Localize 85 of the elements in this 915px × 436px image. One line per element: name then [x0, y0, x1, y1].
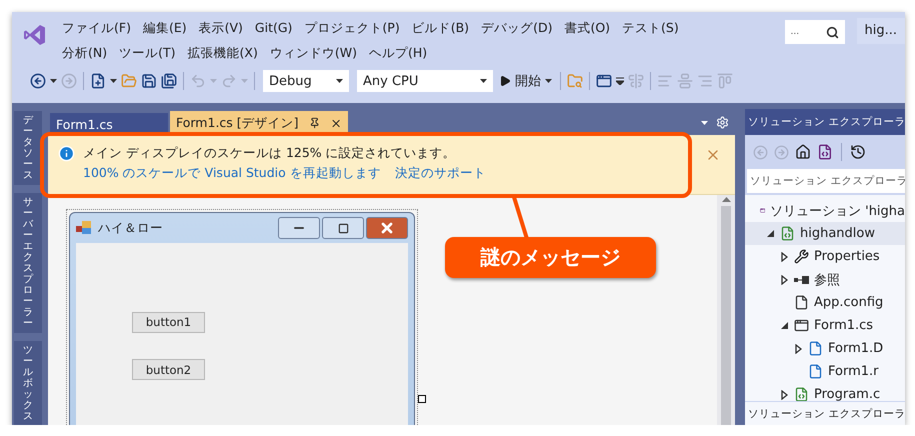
side-tab[interactable]: ツールボックス: [14, 341, 42, 425]
menu-item[interactable]: 分析(N): [58, 43, 112, 64]
menu-item[interactable]: 書式(O): [560, 18, 614, 39]
form-button[interactable]: button2: [132, 359, 205, 380]
form-icon: [76, 221, 92, 235]
scrollbar[interactable]: [717, 195, 735, 425]
references-icon: [794, 276, 809, 284]
resize-handle[interactable]: [418, 395, 426, 403]
start-button[interactable]: 開始: [497, 72, 554, 90]
tree-item[interactable]: Program.c: [745, 383, 905, 401]
tree-item[interactable]: Form1.D: [745, 337, 905, 360]
menu-item[interactable]: ファイル(F): [58, 18, 135, 39]
new-file-icon[interactable]: [90, 73, 106, 89]
file-icon: [808, 364, 823, 379]
tree-item[interactable]: Form1.cs: [745, 314, 905, 337]
tree-item[interactable]: Properties: [745, 245, 905, 268]
search-icon[interactable]: [826, 26, 838, 38]
form-button[interactable]: button1: [132, 312, 205, 332]
menu-item[interactable]: Git(G): [250, 18, 296, 39]
file-icon: [808, 341, 823, 356]
leader-line: [512, 197, 529, 239]
dropdown-field[interactable]: Debug: [263, 70, 349, 92]
maximize-button[interactable]: [322, 217, 364, 239]
menu-item[interactable]: 拡張機能(X): [184, 43, 262, 64]
menu-item[interactable]: ヘルプ(H): [364, 43, 432, 64]
caret-icon[interactable]: [110, 79, 117, 83]
caret-icon[interactable]: [480, 79, 487, 83]
search-field[interactable]: ソリューション エクスプローラ: [747, 169, 905, 193]
collapsed-icon[interactable]: [780, 274, 788, 284]
scroll-up-icon[interactable]: [722, 197, 730, 202]
collapsed-icon[interactable]: [794, 344, 802, 354]
window-title: hig...: [856, 18, 905, 44]
overflow-icon[interactable]: [616, 77, 624, 85]
collapsed-icon[interactable]: [780, 252, 788, 262]
pin-icon[interactable]: [308, 117, 320, 129]
file-icon: [794, 295, 809, 310]
caret-icon[interactable]: [545, 79, 552, 83]
document-icon[interactable]: [817, 144, 833, 160]
window-icon[interactable]: [596, 73, 612, 89]
minimize-button[interactable]: [278, 217, 320, 239]
tree-item[interactable]: Form1.r: [745, 360, 905, 383]
callout-label: 謎のメッセージ: [445, 237, 656, 278]
dropdown-field[interactable]: Any CPU: [357, 70, 493, 92]
side-tab[interactable]: データソース: [14, 111, 42, 185]
save-icon[interactable]: [141, 73, 157, 89]
history-icon[interactable]: [850, 144, 866, 160]
settings-icon[interactable]: [716, 116, 729, 129]
menu-item[interactable]: ウィンドウ(W): [266, 43, 361, 64]
menu-item[interactable]: ビルド(B): [408, 18, 474, 39]
panel-tab[interactable]: ソリューション エクスプローラ: [745, 401, 905, 425]
side-tab[interactable]: サーバーエクスプローラー: [14, 193, 42, 333]
logo-icon: [24, 24, 46, 46]
expanded-icon[interactable]: [766, 230, 774, 237]
tree-item[interactable]: highandlow: [745, 222, 905, 245]
info-icon: [58, 145, 75, 162]
expanded-icon[interactable]: [780, 322, 788, 329]
maximize-icon: [338, 222, 348, 234]
panel-title: ソリューション エクスプローラ: [745, 109, 905, 135]
menu-item[interactable]: 編集(E): [138, 18, 191, 39]
code-file-icon: [780, 226, 795, 241]
wrench-icon: [794, 249, 809, 264]
home-icon[interactable]: [795, 144, 811, 160]
menu-item[interactable]: デバッグ(D): [477, 18, 556, 39]
code-file-icon: [794, 387, 809, 401]
close-button[interactable]: [366, 217, 408, 239]
menu-item[interactable]: 表示(V): [194, 18, 247, 39]
info-message: メイン ディスプレイのスケールは 125% に設定されています。: [83, 144, 456, 162]
form-title: ハイ＆ロー: [98, 220, 163, 236]
menu-item[interactable]: ツール(T): [115, 43, 180, 64]
search-field[interactable]: ...: [784, 20, 844, 44]
menu-item[interactable]: テスト(S): [618, 18, 683, 39]
form-icon: [794, 318, 809, 333]
tree-item[interactable]: App.config: [745, 291, 905, 314]
info-link[interactable]: 100% のスケールで Visual Studio を再起動します: [83, 163, 381, 183]
tree-item[interactable]: 参照: [745, 268, 905, 291]
caret-icon[interactable]: [336, 79, 343, 83]
menu-item[interactable]: プロジェクト(P): [300, 18, 404, 39]
play-icon: [499, 75, 511, 87]
close-icon: [379, 220, 395, 236]
caret-icon[interactable]: [50, 79, 57, 83]
collapsed-icon[interactable]: [780, 390, 788, 400]
save-all-icon[interactable]: [161, 73, 177, 89]
info-link[interactable]: 決定のサポート: [394, 163, 486, 183]
back-icon[interactable]: [30, 73, 46, 89]
tree-item[interactable]: ソリューション 'higha: [745, 199, 905, 222]
